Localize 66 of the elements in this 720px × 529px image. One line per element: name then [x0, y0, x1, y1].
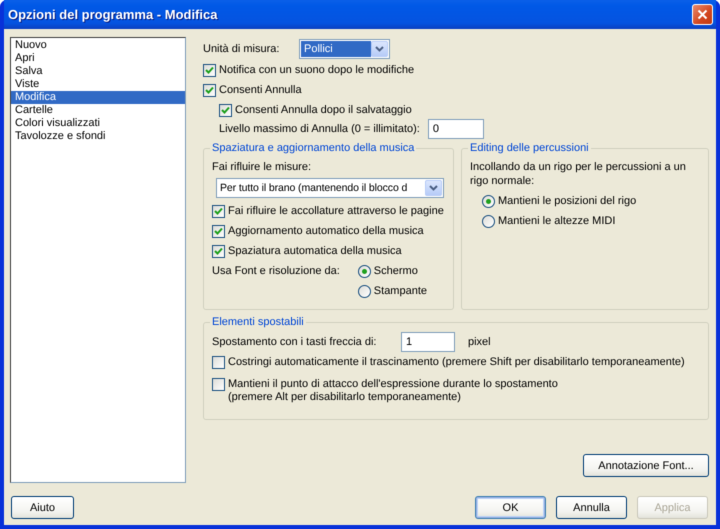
checkbox-label: Aggiornamento automatico della musica [228, 224, 424, 238]
category-item[interactable]: Tavolozze e sfondi [11, 130, 185, 143]
checkbox[interactable] [212, 244, 225, 258]
category-item[interactable]: Cartelle [11, 104, 185, 117]
checkbox-label: Spaziatura automatica della musica [228, 244, 402, 258]
category-item[interactable]: Salva [11, 65, 185, 78]
checkbox[interactable] [219, 104, 232, 116]
checkmark-icon [214, 206, 223, 216]
checkbox[interactable] [212, 204, 225, 218]
help-button[interactable]: Aiuto [11, 496, 74, 519]
radio-button[interactable] [482, 194, 495, 208]
group-title: Spaziatura e aggiornamento della musica [211, 142, 416, 154]
checkbox[interactable] [203, 64, 216, 76]
checkbox-label: Fai rifluire le accollature attraverso le pagine [228, 204, 444, 218]
category-item[interactable]: Apri [11, 52, 185, 65]
checkbox[interactable] [212, 378, 225, 391]
checkbox[interactable] [212, 356, 225, 369]
checkbox-label: Consenti Annulla dopo il salvataggio [235, 104, 412, 116]
category-item[interactable]: Colori visualizzati [11, 117, 185, 130]
unit-label: pixel [468, 336, 491, 348]
radio-dot-icon [486, 198, 491, 204]
radio-dot-icon [362, 268, 367, 274]
dropdown-value: Pollici [301, 41, 371, 57]
dialog-button[interactable]: OK [475, 496, 546, 519]
field-label: Unità di misura: [203, 43, 280, 55]
input-field[interactable]: 1 [401, 332, 455, 352]
dialog-button[interactable]: Annulla [556, 496, 627, 519]
radio-button[interactable] [358, 264, 371, 278]
input-field[interactable]: 0 [428, 119, 484, 139]
category-item[interactable]: Viste [11, 78, 185, 91]
radio-label: Schermo [374, 264, 418, 278]
field-label: Livello massimo di Annulla (0 = illimitato): [219, 123, 420, 135]
close-button[interactable] [692, 4, 713, 25]
reflow-dropdown[interactable]: Per tutto il brano (mantenendo il blocco d [216, 178, 444, 198]
checkmark-icon [214, 226, 223, 236]
checkbox[interactable] [212, 224, 225, 238]
group-title: Editing delle percussioni [469, 142, 590, 154]
radio-button[interactable] [482, 214, 495, 228]
field-label: Usa Font e risoluzione da: [212, 265, 340, 279]
radio-label: Mantieni le posizioni del rigo [498, 194, 636, 208]
group-title: Elementi spostabili [211, 316, 305, 328]
units-dropdown[interactable]: Pollici [299, 39, 390, 59]
checkmark-icon [205, 66, 214, 74]
checkbox[interactable] [203, 84, 216, 96]
radio-label: Stampante [374, 284, 427, 298]
radio-label: Mantieni le altezze MIDI [498, 214, 616, 228]
caret-icon [429, 185, 438, 191]
dropdown-button[interactable] [425, 180, 442, 196]
checkmark-icon [214, 246, 223, 256]
window-title: Opzioni del programma - Modifica [7, 7, 218, 22]
checkbox-label: Mantieni il punto di attacco dell'espressione durante lo spostamento (premere Alt per disabilitarlo temporaneamente) [228, 378, 558, 404]
category-item[interactable]: Nuovo [11, 39, 185, 52]
caret-icon [375, 46, 384, 52]
close-icon [697, 9, 708, 20]
checkbox-label: Costringi automaticamente il trascinamento (premere Shift per disabilitarlo temporaneamente) [228, 356, 685, 369]
field-label: Spostamento con i tasti freccia di: [212, 336, 378, 348]
checkmark-icon [221, 106, 230, 114]
checkbox-label: Notifica con un suono dopo le modifiche [219, 64, 414, 76]
radio-button[interactable] [358, 284, 371, 298]
field-label: Fai rifluire le misure: [212, 161, 312, 173]
dropdown-button[interactable] [371, 41, 388, 57]
description-text: Incollando da un rigo per le percussioni a un rigo normale: [470, 160, 687, 188]
checkmark-icon [205, 86, 214, 94]
category-item[interactable]: Modifica [11, 91, 185, 104]
checkbox-label: Consenti Annulla [219, 84, 302, 96]
font-annotation-button[interactable]: Annotazione Font... [583, 454, 709, 477]
